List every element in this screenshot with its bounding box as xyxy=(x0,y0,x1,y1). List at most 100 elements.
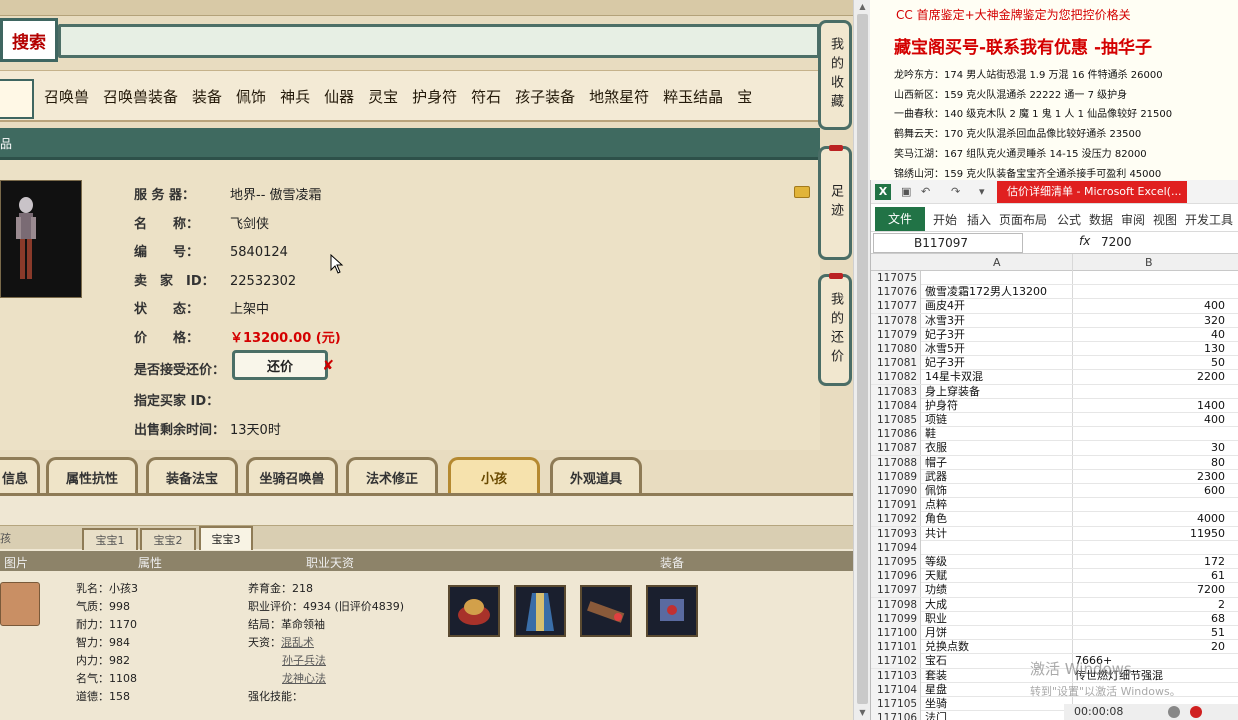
category-tab-active[interactable] xyxy=(0,79,34,119)
cell-a[interactable]: 护身符 xyxy=(925,399,958,413)
row-number[interactable]: 117098 xyxy=(871,597,921,612)
cell-a[interactable]: 傲雪凌霜172男人13200 xyxy=(925,285,1047,299)
cell-a[interactable]: 月饼 xyxy=(925,626,947,640)
column-a-header[interactable]: A xyxy=(993,256,1001,269)
ribbon-tab[interactable]: 开发工具 xyxy=(1185,211,1233,228)
ribbon-tab[interactable]: 插入 xyxy=(967,211,991,228)
cell-a[interactable]: 角色 xyxy=(925,512,947,526)
equipment-slot[interactable] xyxy=(646,585,698,637)
folder-icon[interactable] xyxy=(794,186,810,198)
close-icon[interactable]: ✘ xyxy=(322,358,334,374)
footprint-button[interactable]: 足迹 xyxy=(818,145,852,260)
cell-a[interactable]: 妃子3开 xyxy=(925,328,965,342)
ribbon-tab[interactable]: 视图 xyxy=(1153,211,1177,228)
cell-b[interactable]: 2200 xyxy=(1197,370,1225,384)
category-item[interactable]: 符石 xyxy=(471,87,501,107)
cell-a[interactable]: 冰雪5开 xyxy=(925,342,965,356)
detail-tab[interactable]: 装备法宝 xyxy=(146,457,238,495)
search-input[interactable] xyxy=(58,24,820,58)
row-number[interactable]: 117099 xyxy=(871,611,921,626)
ribbon-tab[interactable]: 公式 xyxy=(1057,211,1081,228)
row-number[interactable]: 117092 xyxy=(871,512,921,527)
name-box[interactable]: B117097 xyxy=(873,233,1023,253)
cell-b[interactable]: 68 xyxy=(1211,612,1225,626)
row-number[interactable]: 117101 xyxy=(871,640,921,655)
row-number[interactable]: 117089 xyxy=(871,469,921,484)
cell-a[interactable]: 14星卡双混 xyxy=(925,370,983,384)
category-item[interactable]: 宝 xyxy=(737,87,752,107)
row-number[interactable]: 117100 xyxy=(871,626,921,640)
cell-b[interactable]: 4000 xyxy=(1197,512,1225,526)
equipment-slot[interactable] xyxy=(580,585,632,637)
row-number[interactable]: 117086 xyxy=(871,427,921,442)
category-item[interactable]: 地煞星符 xyxy=(589,87,649,107)
cell-a[interactable]: 职业 xyxy=(925,612,947,626)
cell-b[interactable]: 40 xyxy=(1211,328,1225,342)
row-number[interactable]: 117091 xyxy=(871,498,921,513)
row-number[interactable]: 117103 xyxy=(871,668,921,683)
category-item[interactable]: 神兵 xyxy=(280,87,310,107)
row-number[interactable]: 117080 xyxy=(871,342,921,356)
ribbon-tab[interactable]: 审阅 xyxy=(1121,211,1145,228)
talent-link[interactable]: 孙子兵法 xyxy=(282,654,326,667)
pet-tab[interactable]: 宝宝2 xyxy=(140,528,196,550)
row-number[interactable]: 117096 xyxy=(871,569,921,584)
pet-tab[interactable]: 宝宝1 xyxy=(82,528,138,550)
row-number[interactable]: 117084 xyxy=(871,398,921,413)
cell-b[interactable]: 400 xyxy=(1204,299,1225,313)
cell-b[interactable]: 1400 xyxy=(1197,399,1225,413)
category-item[interactable]: 护身符 xyxy=(412,87,457,107)
talent-link[interactable]: 龙神心法 xyxy=(282,672,326,685)
cell-a[interactable]: 画皮4开 xyxy=(925,299,965,313)
row-number[interactable]: 117093 xyxy=(871,526,921,541)
row-number[interactable]: 117090 xyxy=(871,484,921,498)
save-icon[interactable]: ▣ xyxy=(901,185,911,198)
row-number[interactable]: 117088 xyxy=(871,455,921,470)
category-item[interactable]: 召唤兽 xyxy=(44,87,89,107)
cell-a[interactable]: 星盘 xyxy=(925,683,947,697)
cell-a[interactable]: 套装 xyxy=(925,669,947,683)
formula-value[interactable]: 7200 xyxy=(1101,235,1132,249)
cell-a[interactable]: 点粹 xyxy=(925,498,947,512)
cell-b[interactable]: 61 xyxy=(1211,569,1225,583)
detail-tab[interactable]: 属性抗性 xyxy=(46,457,138,495)
row-number[interactable]: 117083 xyxy=(871,384,921,399)
scroll-up-icon[interactable]: ▲ xyxy=(857,2,868,12)
cell-a[interactable]: 身上穿装备 xyxy=(925,385,980,399)
column-b-header[interactable]: B xyxy=(1145,256,1153,269)
row-number[interactable]: 117106 xyxy=(871,711,921,720)
detail-tab[interactable]: 信息 xyxy=(0,457,40,495)
cell-a[interactable]: 宝石 xyxy=(925,654,947,668)
row-number[interactable]: 117087 xyxy=(871,441,921,456)
equipment-slot[interactable] xyxy=(514,585,566,637)
cell-b[interactable]: 20 xyxy=(1211,640,1225,654)
cell-b[interactable]: 50 xyxy=(1211,356,1225,370)
cell-a[interactable]: 共计 xyxy=(925,527,947,541)
cell-a[interactable]: 佩饰 xyxy=(925,484,947,498)
row-number[interactable]: 117094 xyxy=(871,540,921,555)
cell-b[interactable]: 400 xyxy=(1204,413,1225,427)
cell-a[interactable]: 项链 xyxy=(925,413,947,427)
cell-a[interactable]: 功绩 xyxy=(925,583,947,597)
cell-a[interactable]: 兑换点数 xyxy=(925,640,969,654)
row-number[interactable]: 117105 xyxy=(871,697,921,711)
category-item[interactable]: 孩子装备 xyxy=(515,87,575,107)
ribbon-tab[interactable]: 数据 xyxy=(1089,211,1113,228)
detail-tab[interactable]: 法术修正 xyxy=(346,457,438,495)
search-button[interactable]: 搜索 xyxy=(0,18,58,62)
category-item[interactable]: 灵宝 xyxy=(368,87,398,107)
cell-b[interactable]: 7200 xyxy=(1197,583,1225,597)
cell-b[interactable]: 51 xyxy=(1211,626,1225,640)
row-number[interactable]: 117104 xyxy=(871,682,921,697)
row-number[interactable]: 117075 xyxy=(871,271,921,285)
scroll-down-icon[interactable]: ▼ xyxy=(857,708,868,718)
cell-b[interactable]: 30 xyxy=(1211,441,1225,455)
cell-b[interactable]: 2 xyxy=(1218,598,1225,612)
cell-b[interactable]: 600 xyxy=(1204,484,1225,498)
fx-icon[interactable]: fx xyxy=(1079,234,1090,248)
row-number[interactable]: 117102 xyxy=(871,654,921,669)
cell-b[interactable]: 11950 xyxy=(1190,527,1225,541)
category-item[interactable]: 装备 xyxy=(192,87,222,107)
detail-tab[interactable]: 小孩 xyxy=(448,457,540,495)
cell-a[interactable]: 大成 xyxy=(925,598,947,612)
